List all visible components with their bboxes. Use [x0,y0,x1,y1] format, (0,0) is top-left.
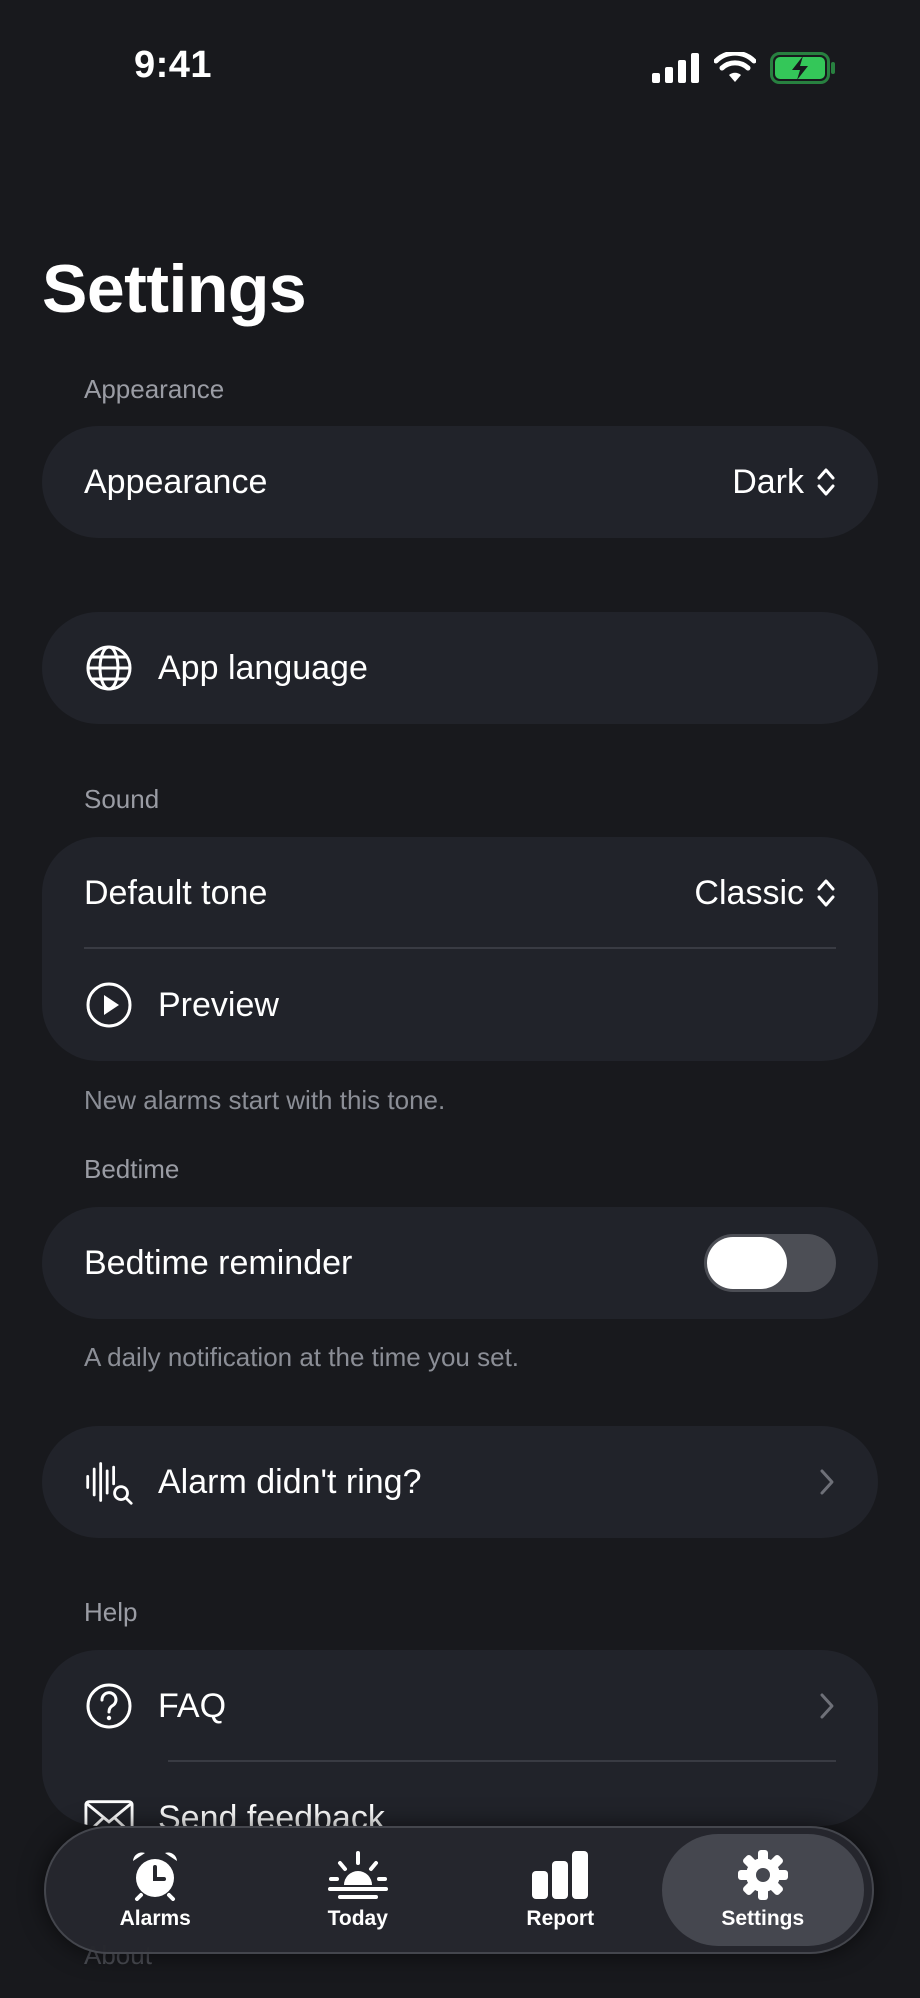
status-icons [652,50,836,86]
preview-row[interactable]: Preview [42,949,878,1061]
bedtime-footnote: A daily notification at the time you set… [84,1342,520,1372]
appearance-card: Appearance Dark [42,426,878,538]
play-circle-icon [84,980,134,1030]
chevron-right-icon [818,1467,836,1497]
waveform-search-icon [84,1457,134,1507]
appearance-value: Dark [732,462,804,501]
envelope-icon [84,1793,134,1826]
battery-charging-icon [770,52,835,84]
alarm-issue-card: Alarm didn't ring? [42,1426,878,1538]
tab-label: Report [526,1907,595,1930]
tab-settings[interactable]: Settings [661,1834,864,1946]
wifi-icon [714,52,756,82]
question-circle-icon [84,1681,134,1731]
section-label-bedtime: Bedtime [84,1154,180,1184]
preview-label: Preview [158,985,279,1024]
tab-alarms[interactable]: Alarms [54,1834,257,1946]
tab-label: Today [327,1907,388,1930]
section-label-appearance: Appearance [84,374,225,404]
tab-label: Alarms [119,1907,191,1930]
bedtime-reminder-label: Bedtime reminder [84,1243,353,1282]
language-card: App language [42,612,878,724]
send-feedback-label: Send feedback [158,1798,385,1827]
sunrise-icon [327,1849,388,1901]
page-title: Settings [42,251,307,327]
toggle-knob [707,1237,787,1289]
alarm-clock-icon [129,1849,181,1901]
tab-report[interactable]: Report [459,1834,662,1946]
default-tone-picker[interactable]: Classic [694,874,836,913]
status-bar: 9:41 [0,0,920,140]
appearance-row[interactable]: Appearance Dark [42,426,878,538]
tab-today[interactable]: Today [257,1834,460,1946]
bedtime-reminder-row: Bedtime reminder [42,1207,878,1319]
default-tone-label: Default tone [84,873,268,912]
tab-bar: Alarms Today Report Settings [44,1826,874,1954]
sound-footnote: New alarms start with this tone. [84,1085,446,1115]
sound-card: Default tone Classic Preview [42,837,878,1061]
chevron-right-icon [818,1691,836,1721]
app-language-label: App language [158,648,368,687]
faq-label: FAQ [158,1686,227,1725]
faq-row[interactable]: FAQ [42,1650,878,1762]
chevron-up-down-icon [817,468,835,496]
send-feedback-row[interactable]: Send feedback [42,1762,878,1826]
alarm-didnt-ring-label: Alarm didn't ring? [158,1462,422,1501]
tab-label: Settings [721,1907,805,1930]
section-label-help: Help [84,1597,138,1627]
chevron-up-down-icon [817,879,835,907]
gear-icon [737,1849,789,1901]
default-tone-row[interactable]: Default tone Classic [42,837,878,949]
app-language-row[interactable]: App language [42,612,878,724]
bedtime-card: Bedtime reminder [42,1207,878,1319]
bar-chart-icon [530,1849,590,1901]
globe-icon [84,643,134,693]
alarm-didnt-ring-row[interactable]: Alarm didn't ring? [42,1426,878,1538]
appearance-picker[interactable]: Dark [732,463,836,502]
appearance-row-label: Appearance [84,462,268,501]
bedtime-reminder-toggle[interactable] [704,1234,836,1292]
section-label-sound: Sound [84,784,160,814]
default-tone-value: Classic [694,873,804,912]
status-time: 9:41 [134,44,213,86]
cellular-signal-icon [652,53,699,83]
help-card: FAQ Send feedback [42,1650,878,1826]
